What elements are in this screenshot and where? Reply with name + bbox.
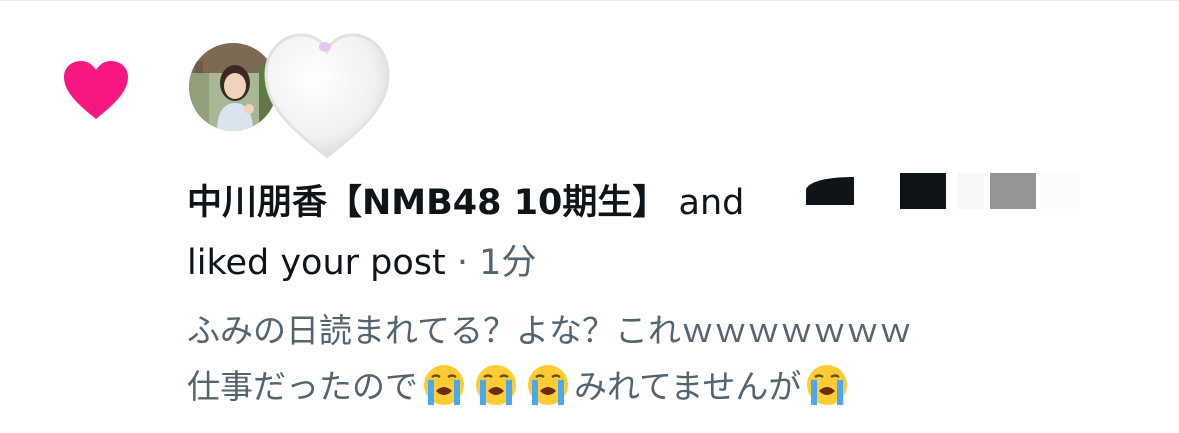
action-line: liked your post · 1分 [187,237,536,289]
redacted-avatar-1 [806,177,854,205]
redacted-avatar-4 [990,173,1036,209]
loudly-crying-face-icon [424,365,464,405]
snippet-text-1: ふみの日読まれてる？よな？これｗｗｗｗｗｗｗ [187,311,913,350]
loudly-crying-face-icon [807,365,848,405]
snippet-line-2: 仕事だったので みれてませんが [187,359,1087,415]
redacted-avatar-2 [900,173,946,209]
snippet-text-2b: みれてませんが [574,367,802,406]
liker-names: 中川朋香【NMB48 10期生】 and [187,177,744,229]
redacted-avatar-5 [1040,173,1080,209]
redacted-avatar-3 [958,173,984,209]
timestamp[interactable]: 1分 [479,243,536,283]
action-text: liked your post [187,243,446,283]
snippet-text-2a: 仕事だったので [187,367,418,406]
snippet-line-1: ふみの日読まれてる？よな？これｗｗｗｗｗｗｗ [187,303,1087,359]
and-text: and [667,183,745,223]
loudly-crying-face-icon [476,365,516,405]
notification-card[interactable]: 中川朋香【NMB48 10期生】 and liked your post · 1… [0,0,1179,433]
username-link[interactable]: 中川朋香【NMB48 10期生】 [187,183,667,223]
heart-icon [64,61,128,119]
separator-dot: · [445,243,480,283]
loudly-crying-face-icon [528,365,568,405]
post-snippet[interactable]: ふみの日読まれてる？よな？これｗｗｗｗｗｗｗ 仕事だったので みれてませんが [187,303,1087,415]
white-heart-icon [264,33,390,159]
